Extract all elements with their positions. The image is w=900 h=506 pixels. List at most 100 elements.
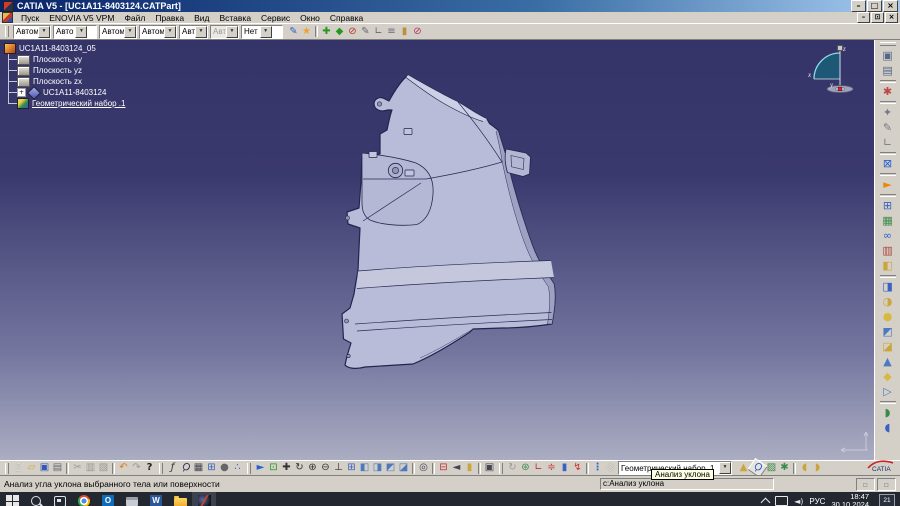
measure-inertia-icon[interactable]: ▮ bbox=[463, 462, 476, 474]
lock-icon[interactable]: ● bbox=[218, 462, 231, 474]
tree-node-label[interactable]: Геометрический набор .1 bbox=[32, 99, 125, 108]
3d-viewport[interactable]: UC1A11-8403124_05 Плоскость xy Плоскос bbox=[0, 40, 874, 460]
filter-combo-2[interactable]: Авто ▼ bbox=[53, 25, 97, 39]
toolbar-grip[interactable] bbox=[159, 463, 163, 474]
mean-dimensions-icon[interactable]: ≑ bbox=[545, 462, 558, 474]
lightning-icon[interactable]: ↯ bbox=[571, 462, 584, 474]
outlook-app[interactable]: O bbox=[96, 492, 120, 506]
maximize-button[interactable]: □ bbox=[867, 0, 882, 12]
close-button[interactable]: × bbox=[883, 0, 898, 12]
graphic-properties-icon[interactable]: ✎ bbox=[287, 26, 300, 38]
chevron-down-icon[interactable]: ▼ bbox=[719, 462, 731, 474]
search-button[interactable] bbox=[24, 492, 48, 506]
filter-combo-7[interactable]: Нет ▼ bbox=[241, 25, 283, 39]
curvature-analysis-icon[interactable]: ◖ bbox=[879, 421, 897, 435]
document-icon[interactable] bbox=[2, 12, 13, 23]
tree-node-label[interactable]: Плоскость xy bbox=[33, 55, 82, 64]
pen-icon[interactable]: ✎ bbox=[359, 26, 372, 38]
menu-item[interactable]: Окно bbox=[295, 13, 325, 23]
chevron-down-icon[interactable]: ▼ bbox=[226, 26, 238, 38]
chevron-down-icon[interactable]: ▼ bbox=[38, 26, 50, 38]
update-icon[interactable]: ↻ bbox=[506, 462, 519, 474]
capture-icon[interactable]: ▣ bbox=[483, 462, 496, 474]
tree-plane-xy[interactable]: Плоскость xy bbox=[17, 54, 125, 65]
cut-icon[interactable]: ✂ bbox=[71, 462, 84, 474]
mdi-restore-button[interactable]: ⊡ bbox=[871, 12, 884, 23]
clock[interactable]: 18:47 30.10.2024 bbox=[831, 493, 869, 506]
draft-analysis-icon[interactable]: ◗ bbox=[879, 406, 897, 420]
redo-icon[interactable]: ↷ bbox=[130, 462, 143, 474]
shading-icon[interactable]: ◨ bbox=[371, 462, 384, 474]
workbench-icon[interactable]: ▦ bbox=[879, 214, 897, 228]
menu-item[interactable]: Сервис bbox=[256, 13, 295, 23]
ruler-icon[interactable]: ≡ bbox=[385, 26, 398, 38]
relations-icon[interactable]: ∴ bbox=[231, 462, 244, 474]
tree-root-part[interactable]: UC1A11-8403124_05 bbox=[4, 43, 125, 54]
sketcher-icon[interactable]: ⊞ bbox=[879, 199, 897, 213]
depth-effect-icon[interactable]: ◎ bbox=[417, 462, 430, 474]
tree-node-label[interactable]: UC1A11-8403124_05 bbox=[19, 44, 96, 53]
revolve-surface-icon[interactable]: ◑ bbox=[879, 295, 897, 309]
surfacic-curvature-icon[interactable]: ▨ bbox=[765, 462, 778, 474]
catalog-dots-icon[interactable]: ⋮ bbox=[591, 462, 604, 474]
extrude-surface-icon[interactable]: ◨ bbox=[879, 280, 897, 294]
catalog-browser-icon[interactable]: ▥ bbox=[879, 244, 897, 258]
multi-view-icon[interactable]: ⊞ bbox=[345, 462, 358, 474]
minimize-button[interactable]: – bbox=[851, 0, 866, 12]
tree-node-label[interactable]: Плоскость yz bbox=[33, 66, 82, 75]
chrome-app[interactable] bbox=[72, 492, 96, 506]
pan-icon[interactable]: ✚ bbox=[320, 26, 333, 38]
printer-app[interactable] bbox=[120, 492, 144, 506]
sphere-surface-icon[interactable]: ● bbox=[879, 310, 897, 324]
measure-between-icon[interactable]: ⊟ bbox=[437, 462, 450, 474]
tray-expand-icon[interactable] bbox=[761, 498, 771, 506]
tree-node-label[interactable]: UC1A11-8403124 bbox=[43, 88, 106, 97]
unfold-icon[interactable]: ◖ bbox=[798, 462, 811, 474]
select-arrow-icon[interactable]: ► bbox=[879, 178, 897, 192]
wireframe-icon[interactable]: ◪ bbox=[397, 462, 410, 474]
menu-item[interactable]: Вид bbox=[189, 13, 214, 23]
chevron-down-icon[interactable]: ▼ bbox=[164, 26, 176, 38]
smart-pick-icon[interactable]: ✱ bbox=[879, 85, 897, 99]
zoom-out-icon[interactable]: ⊖ bbox=[319, 462, 332, 474]
axis-system-icon[interactable]: ∟ bbox=[532, 462, 545, 474]
fill-surface-icon[interactable]: ▲ bbox=[879, 355, 897, 369]
knowledge-book-icon[interactable]: ▮ bbox=[398, 26, 411, 38]
copy-icon[interactable]: ▥ bbox=[84, 462, 97, 474]
toolbar-grip[interactable] bbox=[499, 463, 503, 474]
pen-tool-icon[interactable]: ✎ bbox=[879, 121, 897, 135]
binoculars-icon[interactable]: ∞ bbox=[879, 229, 897, 243]
compass-frame-icon[interactable]: ▤ bbox=[879, 64, 897, 78]
sweep-surface-icon[interactable]: ◪ bbox=[879, 340, 897, 354]
body-icon[interactable]: ▮ bbox=[558, 462, 571, 474]
language-indicator[interactable]: РУС bbox=[809, 497, 825, 506]
split-surface-icon[interactable]: ▷ bbox=[879, 385, 897, 399]
menu-item[interactable]: Правка bbox=[150, 13, 189, 23]
fit-all-icon[interactable]: ◆ bbox=[333, 26, 346, 38]
explorer-app[interactable] bbox=[168, 492, 192, 506]
title-bar[interactable]: CATIA V5 - [UC1A11-8403124.CATPart] –□× bbox=[0, 0, 900, 12]
menu-item[interactable]: Вставка bbox=[214, 13, 256, 23]
develop-icon[interactable]: ◗ bbox=[811, 462, 824, 474]
mdi-close-button[interactable]: × bbox=[885, 12, 898, 23]
zoom-in-icon[interactable]: ⊕ bbox=[306, 462, 319, 474]
porcupine-analysis-icon[interactable]: ✱ bbox=[778, 462, 791, 474]
status-cell-link[interactable]: ▫ bbox=[877, 478, 896, 491]
new-file-icon[interactable]: ▯ bbox=[12, 462, 25, 474]
menu-item[interactable]: ENOVIA V5 VPM bbox=[44, 13, 119, 23]
menu-item[interactable]: Справка bbox=[325, 13, 368, 23]
tree-part-body[interactable]: + UC1A11-8403124 bbox=[17, 87, 125, 98]
undo-icon[interactable]: ↶ bbox=[117, 462, 130, 474]
start-button[interactable] bbox=[0, 492, 24, 506]
print-icon[interactable]: ▤ bbox=[51, 462, 64, 474]
part-3d-model[interactable] bbox=[330, 62, 570, 382]
chevron-down-icon[interactable]: ▼ bbox=[195, 26, 207, 38]
mannequin-off-icon[interactable]: ⊘ bbox=[411, 26, 424, 38]
specification-window-icon[interactable]: ▣ bbox=[879, 49, 897, 63]
chevron-down-icon[interactable]: ▼ bbox=[75, 26, 87, 38]
menu-item[interactable]: Пуск bbox=[16, 13, 44, 23]
fly-mode-icon[interactable]: ► bbox=[254, 462, 267, 474]
toolbar-grip[interactable] bbox=[5, 463, 9, 474]
save-icon[interactable]: ▣ bbox=[38, 462, 51, 474]
filter-combo-5[interactable]: Авт ▼ bbox=[179, 25, 208, 39]
